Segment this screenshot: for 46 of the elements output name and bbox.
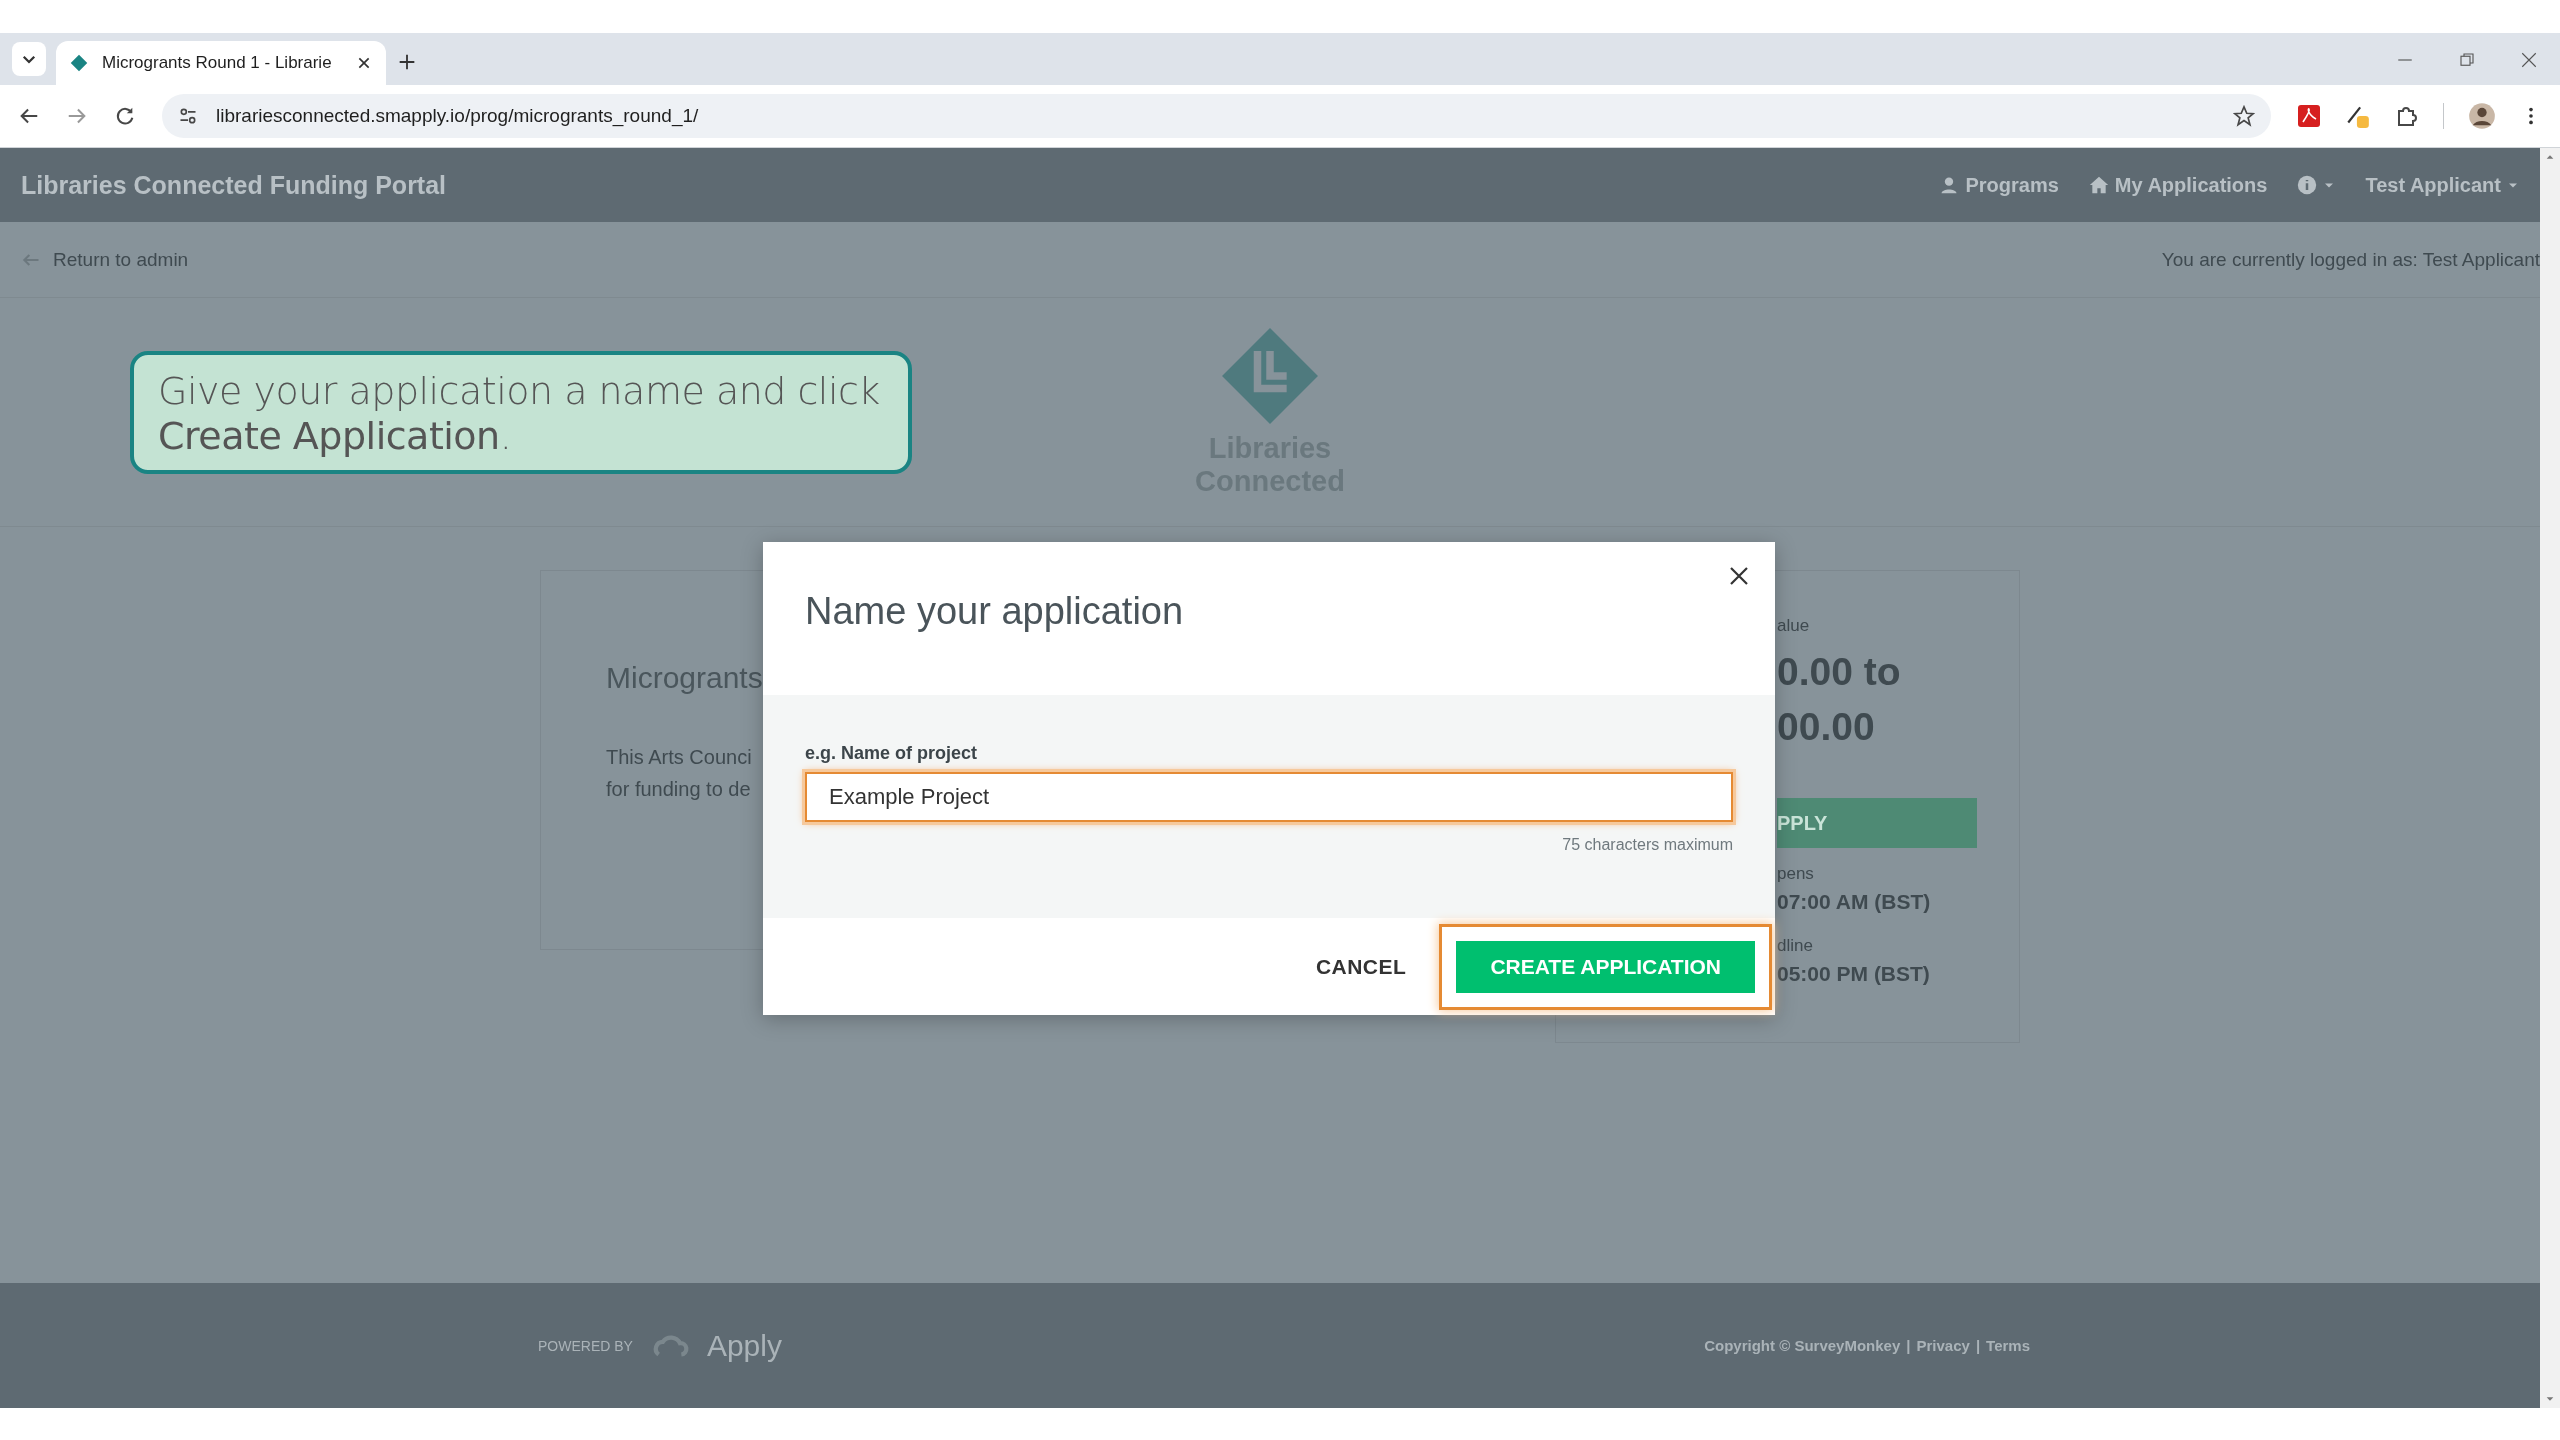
avatar-icon[interactable] bbox=[2468, 102, 2496, 130]
star-icon[interactable] bbox=[2233, 105, 2255, 127]
restore-icon[interactable] bbox=[2458, 51, 2476, 69]
nav-link[interactable]: My Applications bbox=[2088, 173, 2268, 197]
login-status: You are currently logged in as: Test Applicant bbox=[2161, 248, 2540, 271]
program-title: Microgrants bbox=[606, 661, 764, 695]
footer-link[interactable]: Privacy bbox=[1916, 1337, 1970, 1354]
dialog-title: Name your application bbox=[805, 590, 1185, 633]
reload-icon[interactable] bbox=[114, 105, 136, 127]
program-description: for funding to de bbox=[606, 777, 751, 802]
url-text: librariesconnected.smapply.io/prog/microgrants_round_1/ bbox=[216, 105, 700, 127]
browser-tab[interactable]: Microgrants Round 1 - Librarie bbox=[56, 41, 386, 85]
field-label: e.g. Name of project bbox=[805, 743, 979, 764]
footer-link[interactable]: Terms bbox=[1986, 1337, 2030, 1354]
logo-icon bbox=[1220, 326, 1320, 426]
puzzle-icon[interactable] bbox=[2395, 104, 2419, 128]
character-limit-hint: 75 characters maximum bbox=[1561, 836, 1733, 854]
pdf-icon[interactable] bbox=[2297, 104, 2321, 128]
program-description: This Arts Counci bbox=[606, 745, 752, 770]
deadline-time: 05:00 PM (BST) bbox=[1777, 962, 1931, 986]
portal-title[interactable]: Libraries Connected Funding Portal bbox=[21, 170, 447, 200]
info-icon[interactable] bbox=[2297, 175, 2318, 195]
close-icon[interactable] bbox=[2520, 51, 2538, 69]
award-label: alue bbox=[1777, 616, 1811, 636]
separator: | bbox=[1975, 1337, 1981, 1354]
brand-name: Apply bbox=[706, 1328, 782, 1363]
close-icon[interactable] bbox=[356, 55, 372, 71]
apply-button[interactable]: PPLY bbox=[1777, 798, 1977, 848]
instruction-callout: Give your application a name and click Create Application. bbox=[130, 350, 912, 474]
diamond-icon bbox=[70, 54, 88, 72]
award-amount: 0.00 to 00.00 bbox=[1777, 649, 1902, 750]
deadline-label: dline bbox=[1777, 936, 1814, 956]
nav-link[interactable]: Programs bbox=[1939, 173, 2059, 197]
address-bar[interactable]: librariesconnected.smapply.io/prog/microgrants_round_1/ bbox=[162, 94, 2271, 138]
project-name-field[interactable]: Example Project bbox=[805, 772, 1733, 822]
site-settings-icon[interactable] bbox=[178, 106, 198, 126]
tab-title: Microgrants Round 1 - Librarie bbox=[102, 53, 333, 73]
tab-search-button[interactable] bbox=[12, 42, 46, 76]
separator: | bbox=[1906, 1337, 1911, 1354]
opens-time: 07:00 AM (BST) bbox=[1777, 890, 1932, 914]
opens-label: pens bbox=[1777, 864, 1815, 884]
cancel-button[interactable]: CANCEL bbox=[1305, 944, 1417, 989]
return-link[interactable]: Return to admin bbox=[21, 248, 189, 271]
user-menu[interactable]: Test Applicant bbox=[2365, 173, 2519, 197]
home-icon bbox=[2088, 175, 2109, 195]
powered-by-label: POWERED BY bbox=[538, 1337, 633, 1354]
